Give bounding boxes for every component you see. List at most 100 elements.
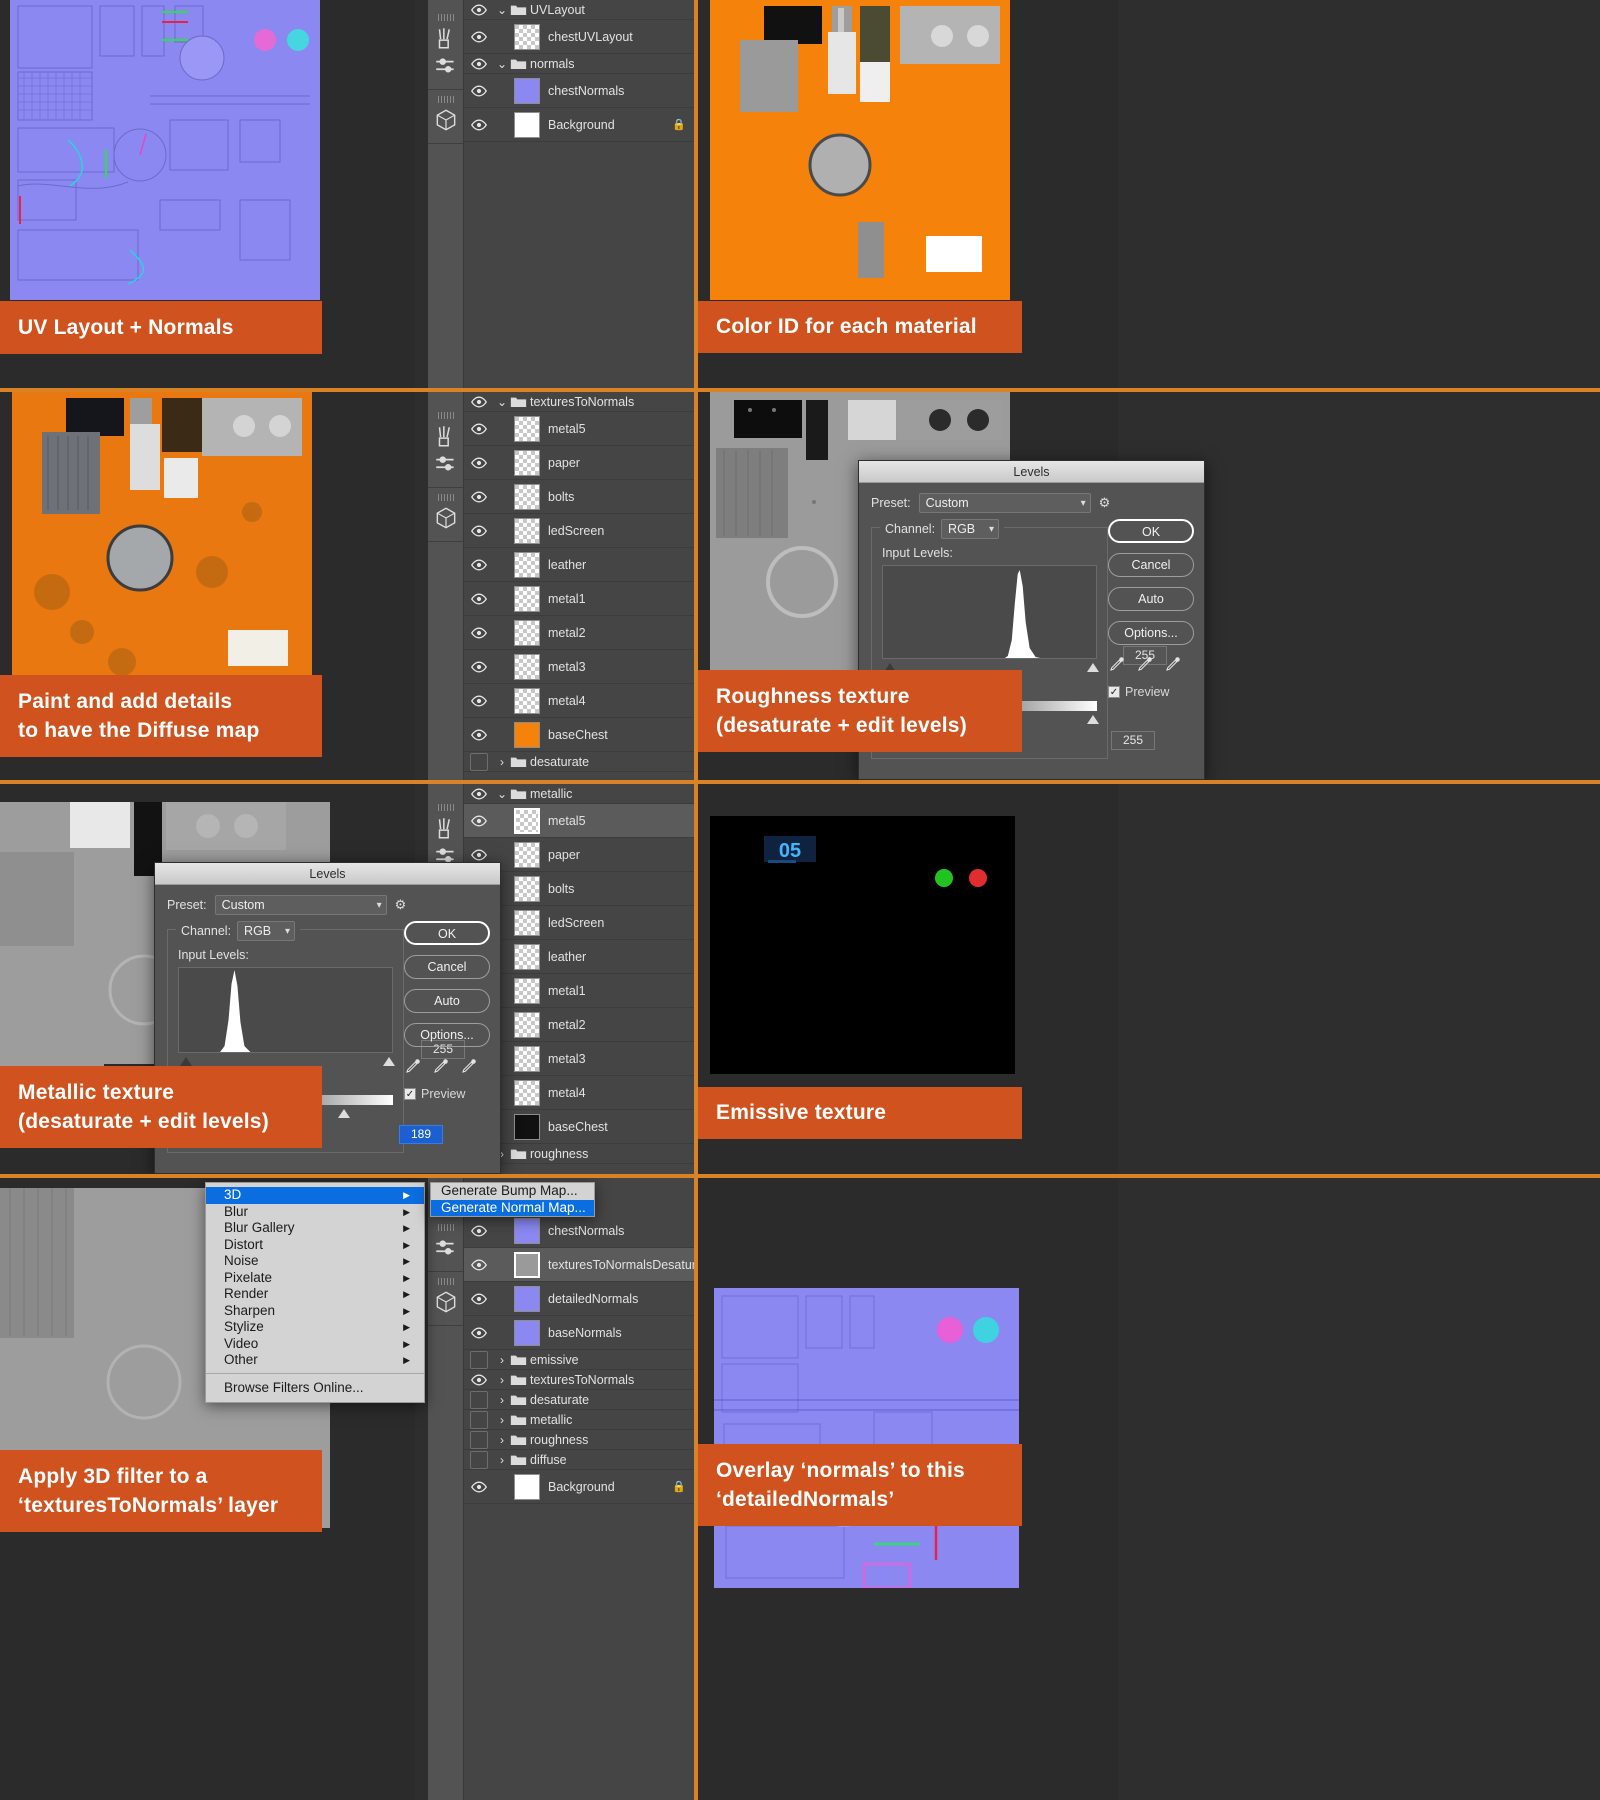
eye-icon[interactable]: [471, 1259, 487, 1271]
levels-buttons[interactable]: OK Cancel Auto Options... ✓ Preview: [1108, 519, 1194, 699]
layer-thumbnail[interactable]: [514, 77, 540, 104]
options-button[interactable]: Options...: [1108, 621, 1194, 645]
layer-thumbnail[interactable]: [514, 23, 540, 50]
eye-icon[interactable]: [471, 627, 487, 639]
layer-visibility-toggle[interactable]: [464, 729, 494, 741]
layer-row[interactable]: chestNormals: [464, 74, 694, 108]
layer-row[interactable]: Background 🔒: [464, 108, 694, 142]
eye-empty-icon[interactable]: [470, 1350, 488, 1369]
layers-panel-q1[interactable]: ⌄ UVLayout chestUVLayout ⌄ normals chestNorma…: [464, 0, 694, 388]
preset-select[interactable]: Custom: [918, 493, 1091, 513]
output-white-slider[interactable]: [338, 1109, 350, 1118]
eye-icon[interactable]: [471, 1481, 487, 1493]
layer-group-row[interactable]: ⌄ metallic: [464, 784, 694, 804]
toolbar-q3[interactable]: [428, 392, 464, 780]
eye-icon[interactable]: [471, 661, 487, 673]
chevron-right-icon[interactable]: ›: [494, 1373, 510, 1387]
layer-thumbnail[interactable]: [514, 483, 540, 510]
eye-icon[interactable]: [471, 788, 487, 800]
layer-group-row[interactable]: › roughness: [464, 1430, 694, 1450]
eye-icon[interactable]: [471, 457, 487, 469]
layer-visibility-toggle[interactable]: [464, 815, 494, 827]
layer-row[interactable]: chestUVLayout: [464, 20, 694, 54]
sliders-icon[interactable]: [433, 451, 459, 477]
layer-thumbnail[interactable]: [514, 687, 540, 714]
input-histogram[interactable]: [178, 967, 393, 1053]
menu-item-noise[interactable]: Noise ▶: [206, 1253, 424, 1270]
layer-thumbnail[interactable]: [514, 1217, 540, 1244]
layer-row[interactable]: ledScreen: [464, 514, 694, 548]
layer-visibility-toggle[interactable]: [464, 119, 494, 131]
menu-item-3d[interactable]: 3D ▶: [206, 1187, 424, 1204]
layer-group-row[interactable]: ⌄ normals: [464, 54, 694, 74]
layer-thumbnail[interactable]: [514, 449, 540, 476]
eye-icon[interactable]: [471, 396, 487, 408]
brushes-icon[interactable]: [433, 815, 459, 841]
toolgroup-brushes-q7[interactable]: [428, 1218, 463, 1272]
layer-row[interactable]: baseChest: [464, 718, 694, 752]
layer-visibility-toggle[interactable]: [464, 423, 494, 435]
eye-icon[interactable]: [471, 1225, 487, 1237]
layer-thumbnail[interactable]: [514, 875, 540, 902]
layer-group-row[interactable]: › emissive: [464, 1350, 694, 1370]
menu-item-sharpen[interactable]: Sharpen ▶: [206, 1303, 424, 1320]
brushes-icon[interactable]: [433, 25, 459, 51]
toolbar-q7[interactable]: [428, 1178, 464, 1800]
channel-select[interactable]: RGB: [237, 921, 296, 941]
eye-icon[interactable]: [471, 729, 487, 741]
layer-thumbnail[interactable]: [514, 653, 540, 680]
layer-visibility-toggle[interactable]: [464, 4, 494, 16]
ok-button[interactable]: OK: [404, 921, 490, 945]
eye-icon[interactable]: [471, 31, 487, 43]
panel-gripper[interactable]: [437, 14, 454, 21]
eyedropper-black-icon[interactable]: [1108, 655, 1126, 673]
chevron-down-icon[interactable]: ⌄: [494, 3, 510, 17]
layer-visibility-toggle[interactable]: [464, 788, 494, 800]
chevron-right-icon[interactable]: ›: [494, 1433, 510, 1447]
eye-empty-icon[interactable]: [470, 752, 488, 771]
input-white-slider[interactable]: [383, 1057, 395, 1066]
cube-3d-icon[interactable]: [433, 107, 459, 133]
layer-group-row[interactable]: › diffuse: [464, 1450, 694, 1470]
layer-visibility-toggle[interactable]: [464, 593, 494, 605]
layer-visibility-toggle[interactable]: [464, 1374, 494, 1386]
preview-checkbox[interactable]: ✓: [404, 1088, 416, 1100]
preview-checkbox[interactable]: ✓: [1108, 686, 1120, 698]
menu-item-browse-filters[interactable]: Browse Filters Online...: [206, 1378, 424, 1398]
panel-gripper-2[interactable]: [437, 96, 454, 103]
gear-icon[interactable]: ⚙: [395, 897, 407, 913]
layer-row[interactable]: bolts: [464, 480, 694, 514]
toolgroup-3d-q3[interactable]: [428, 488, 463, 542]
layer-visibility-toggle[interactable]: [464, 396, 494, 408]
input-white-slider[interactable]: [1087, 663, 1099, 672]
layer-thumbnail[interactable]: [514, 1251, 540, 1278]
submenu-item[interactable]: Generate Bump Map...: [431, 1183, 594, 1200]
eye-icon[interactable]: [471, 85, 487, 97]
panel-gripper-q7[interactable]: [437, 1224, 454, 1231]
levels-buttons[interactable]: OK Cancel Auto Options... ✓ Preview: [404, 921, 490, 1101]
eye-icon[interactable]: [471, 1293, 487, 1305]
toolgroup-3d[interactable]: [428, 90, 463, 144]
toolbar-q1[interactable]: [428, 0, 464, 388]
eyedropper-white-icon[interactable]: [460, 1057, 478, 1075]
layer-visibility-toggle[interactable]: [464, 58, 494, 70]
layer-thumbnail[interactable]: [514, 1473, 540, 1500]
eye-icon[interactable]: [471, 593, 487, 605]
layer-visibility-toggle[interactable]: [464, 1410, 494, 1429]
layers-panel-q3[interactable]: ⌄ texturesToNormals metal5 paper bolts ledScr…: [464, 392, 694, 780]
layer-visibility-toggle[interactable]: [464, 31, 494, 43]
layer-row[interactable]: texturesToNormalsDesaturate: [464, 1248, 694, 1282]
layer-thumbnail[interactable]: [514, 1113, 540, 1140]
eye-empty-icon[interactable]: [470, 1390, 488, 1409]
layer-thumbnail[interactable]: [514, 517, 540, 544]
layer-visibility-toggle[interactable]: [464, 1293, 494, 1305]
input-black-slider[interactable]: [180, 1057, 192, 1066]
layer-visibility-toggle[interactable]: [464, 1390, 494, 1409]
layer-group-row[interactable]: › texturesToNormals: [464, 1370, 694, 1390]
eyedropper-black-icon[interactable]: [404, 1057, 422, 1075]
auto-button[interactable]: Auto: [1108, 587, 1194, 611]
eyedropper-row[interactable]: [1108, 655, 1194, 673]
filter-submenu-3d[interactable]: Generate Bump Map... Generate Normal Map.…: [430, 1182, 595, 1217]
layer-row[interactable]: metal5: [464, 412, 694, 446]
layer-row[interactable]: paper: [464, 446, 694, 480]
